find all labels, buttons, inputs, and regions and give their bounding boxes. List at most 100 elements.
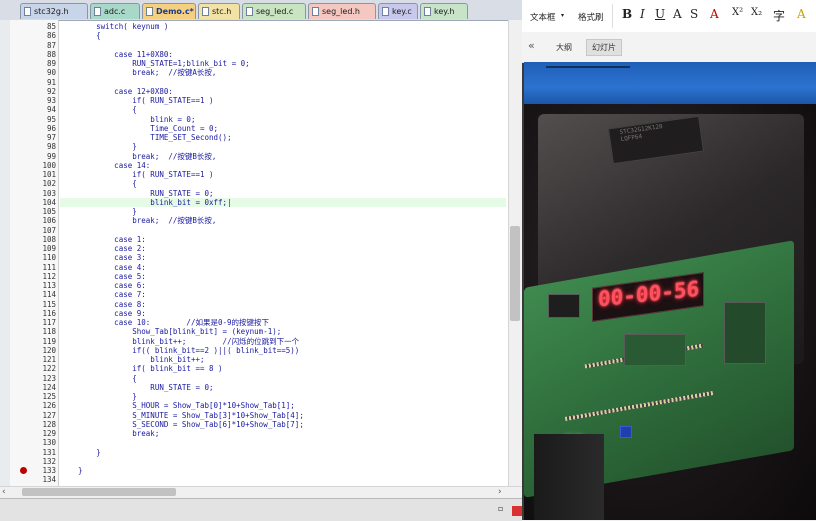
slide-thumbnail-header[interactable] xyxy=(524,62,816,104)
line-number: 114 xyxy=(42,290,56,300)
file-tab[interactable]: adc.c xyxy=(90,3,140,19)
code-line[interactable]: case 10: //如果是0-9的按键按下 xyxy=(60,318,506,327)
code-line[interactable] xyxy=(60,475,506,484)
code-line[interactable] xyxy=(60,41,506,50)
code-line[interactable]: blink_bit++; //闪烁的位跳到下一个 xyxy=(60,337,506,346)
code-line[interactable]: S_MINUTE = Show_Tab[3]*10+Show_Tab[4]; xyxy=(60,411,506,420)
code-line[interactable]: } xyxy=(60,466,506,475)
code-line[interactable]: { xyxy=(60,374,506,383)
code-line[interactable]: blink_bit++; xyxy=(60,355,506,364)
board-photo[interactable]: STC32G12K128 LQFP64 00-00-56 xyxy=(524,104,816,520)
close-pane-icon[interactable] xyxy=(512,506,522,516)
file-tab[interactable]: key.c xyxy=(378,3,418,19)
line-number: 131 xyxy=(42,447,56,457)
code-line[interactable]: case 11+0X80: xyxy=(60,50,506,59)
code-line[interactable]: break; xyxy=(60,429,506,438)
code-line[interactable]: case 2: xyxy=(60,244,506,253)
line-number: 123 xyxy=(42,373,56,383)
editor-status-bar xyxy=(0,498,522,521)
code-line[interactable]: if( blink_bit == 8 ) xyxy=(60,364,506,373)
chevron-down-icon[interactable]: ▾ xyxy=(561,12,564,19)
collapse-panel-icon[interactable]: « xyxy=(528,39,535,52)
code-line[interactable]: } xyxy=(60,207,506,216)
file-tab[interactable]: seg_led.c xyxy=(242,3,306,19)
italic-button[interactable]: I xyxy=(640,7,645,21)
code-line[interactable]: case 7: xyxy=(60,290,506,299)
superscript-button[interactable]: X² xyxy=(732,7,743,18)
code-line[interactable]: break; //按键B长按, xyxy=(60,216,506,225)
code-line[interactable] xyxy=(60,78,506,87)
code-line[interactable]: case 6: xyxy=(60,281,506,290)
format-painter-button[interactable]: 格式刷 xyxy=(578,11,604,23)
code-line[interactable]: blink_bit = 0xff;| xyxy=(60,197,506,207)
highlight-button[interactable]: A xyxy=(797,7,806,21)
scroll-right-arrow-icon[interactable]: › xyxy=(498,487,502,497)
code-line[interactable]: if(( blink_bit==2 )||( blink_bit==5)) xyxy=(60,346,506,355)
underline-button[interactable]: U xyxy=(655,7,665,21)
code-line[interactable]: } xyxy=(60,448,506,457)
line-number: 110 xyxy=(42,253,56,263)
file-tab-label: seg_led.c xyxy=(256,7,294,16)
code-line[interactable]: TIME_SET_Second(); xyxy=(60,133,506,142)
shadow-button[interactable]: S xyxy=(690,7,698,21)
code-line[interactable]: if( RUN_STATE==1 ) xyxy=(60,96,506,105)
file-tab[interactable]: key.h xyxy=(420,3,468,19)
file-tab[interactable]: seg_led.h xyxy=(308,3,376,19)
scroll-left-arrow-icon[interactable]: ‹ xyxy=(2,487,6,497)
file-icon xyxy=(202,7,209,16)
font-color-button[interactable]: A xyxy=(710,7,719,21)
line-number: 94 xyxy=(46,105,56,115)
line-number: 92 xyxy=(46,86,56,96)
code-line[interactable]: { xyxy=(60,105,506,114)
code-line[interactable]: RUN_STATE=1;blink_bit = 0; xyxy=(60,59,506,68)
file-icon xyxy=(24,7,31,16)
code-line[interactable] xyxy=(60,438,506,447)
code-line[interactable]: case 1: xyxy=(60,235,506,244)
code-line[interactable]: switch( keynum ) xyxy=(60,22,506,31)
code-line[interactable]: } xyxy=(60,142,506,151)
code-line[interactable]: } xyxy=(60,392,506,401)
line-number: 122 xyxy=(42,364,56,374)
code-line[interactable]: Time_Count = 0; xyxy=(60,124,506,133)
horizontal-scroll-thumb[interactable] xyxy=(22,488,176,496)
line-number: 111 xyxy=(42,262,56,272)
line-number: 121 xyxy=(42,355,56,364)
code-line[interactable]: S_HOUR = Show_Tab[0]*10+Show_Tab[1]; xyxy=(60,401,506,410)
code-line[interactable]: case 8: xyxy=(60,300,506,309)
code-line[interactable]: break; //按键A长按, xyxy=(60,68,506,77)
code-line[interactable]: case 3: xyxy=(60,253,506,262)
line-number: 120 xyxy=(42,345,56,355)
textbox-button[interactable]: 文本框 xyxy=(530,11,556,23)
file-icon xyxy=(94,7,101,16)
code-line[interactable]: RUN_STATE = 0; xyxy=(60,189,506,198)
file-tab[interactable]: stc32g.h xyxy=(20,3,88,19)
file-tab[interactable]: Demo.c* xyxy=(142,3,196,19)
code-line[interactable]: case 4: xyxy=(60,263,506,272)
tab-slides[interactable]: 幻灯片 xyxy=(586,39,622,56)
code-line[interactable]: RUN_STATE = 0; xyxy=(60,383,506,392)
breakpoint-icon[interactable] xyxy=(20,467,27,474)
code-line[interactable]: case 5: xyxy=(60,272,506,281)
code-line[interactable] xyxy=(60,226,506,235)
code-line[interactable]: { xyxy=(60,179,506,188)
code-line[interactable]: case 12+0X80: xyxy=(60,87,506,96)
subscript-button[interactable]: X₂ xyxy=(751,7,762,18)
file-tab[interactable]: stc.h xyxy=(198,3,240,19)
bold-button[interactable]: B xyxy=(622,7,632,21)
code-line[interactable]: S_SECOND = Show_Tab[6]*10+Show_Tab[7]; xyxy=(60,420,506,429)
phonetic-button[interactable]: 字 xyxy=(773,7,785,24)
line-number: 112 xyxy=(42,271,56,281)
code-line[interactable]: { xyxy=(60,31,506,40)
code-line[interactable]: Show_Tab[blink_bit] = (keynum-1); xyxy=(60,327,506,336)
code-line[interactable]: case 14: xyxy=(60,161,506,170)
code-line[interactable]: if( RUN_STATE==1 ) xyxy=(60,170,506,179)
code-line[interactable] xyxy=(60,457,506,466)
vertical-scroll-thumb[interactable] xyxy=(510,226,520,321)
strikethrough-button[interactable]: A xyxy=(673,7,682,21)
code-line[interactable]: blink = 0; xyxy=(60,115,506,124)
tab-outline[interactable]: 大纲 xyxy=(551,40,577,55)
line-number: 85 xyxy=(46,22,56,31)
code-line[interactable]: case 9: xyxy=(60,309,506,318)
pin-icon[interactable]: ▫ xyxy=(498,504,503,513)
code-line[interactable]: break; //按键B长按, xyxy=(60,152,506,161)
